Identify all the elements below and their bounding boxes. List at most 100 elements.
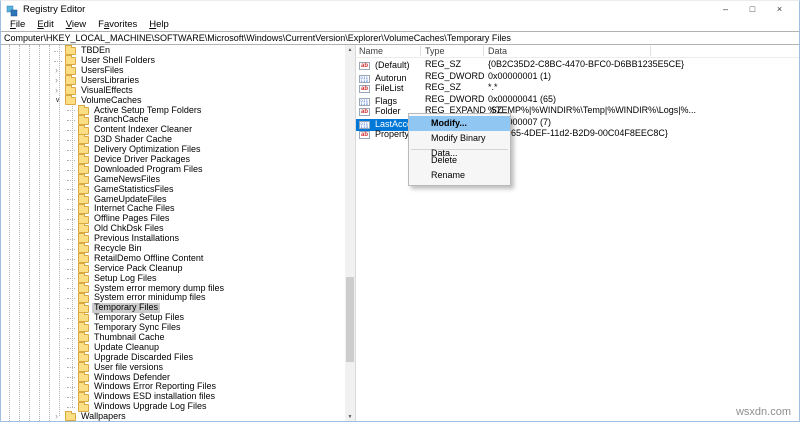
tree-connector [65, 165, 78, 175]
tree-connector [65, 184, 78, 194]
scroll-down-icon[interactable]: ▼ [345, 412, 355, 421]
tree-item-label: VolumeCaches [81, 94, 142, 105]
tree-item-tbden[interactable]: TBDEn [1, 45, 345, 56]
value-data: {0B2C35D2-C8BC-4470-BFC0-D6BB1235E5CE} [488, 59, 685, 69]
tree-scrollbar[interactable]: ▲ ▼ [345, 45, 355, 421]
tree-connector [65, 214, 78, 224]
value-data: 0x00000001 (1) [488, 70, 552, 81]
scroll-up-icon[interactable]: ▲ [345, 45, 355, 55]
menu-item-file[interactable]: File [4, 18, 31, 31]
tree-item-gamenewsfiles[interactable]: GameNewsFiles [1, 174, 345, 185]
context-menu-item-modify[interactable]: Modify... [409, 116, 510, 131]
folder-icon [78, 154, 89, 165]
watermark: wsxdn.com [735, 406, 791, 418]
tree-item-upgrade-discarded-files[interactable]: Upgrade Discarded Files [1, 351, 345, 363]
tree-item-volumecaches[interactable]: ∨ VolumeCaches [1, 94, 345, 105]
folder-icon [78, 134, 89, 145]
menu-item-view[interactable]: View [60, 18, 92, 31]
tree-item-thumbnail-cache[interactable]: Thumbnail Cache [1, 332, 345, 343]
scrollbar-thumb[interactable] [346, 277, 354, 362]
tree-item-temporary-sync-files[interactable]: Temporary Sync Files [1, 322, 345, 333]
tree-item-wallpapers[interactable]: › Wallpapers [1, 411, 345, 421]
tree-item-active-setup-temp-folders[interactable]: Active Setup Temp Folders [1, 104, 345, 115]
value-type: REG_DWORD [425, 70, 485, 81]
context-menu-item-modify-binary-data[interactable]: Modify Binary Data... [409, 131, 510, 158]
tree-connector [65, 125, 78, 135]
folder-icon [65, 55, 76, 66]
chevron-right-icon[interactable]: › [52, 66, 65, 75]
column-divider[interactable] [420, 46, 421, 56]
context-menu-item-delete[interactable]: Delete [409, 153, 510, 168]
value-data: *.* [488, 82, 498, 92]
tree-item-downloaded-program-files[interactable]: Downloaded Program Files [1, 163, 345, 175]
tree-item-internet-cache-files[interactable]: Internet Cache Files [1, 203, 345, 214]
registry-editor-window: Registry Editor – □ × File Edit View Favorite… [0, 0, 800, 422]
column-header-data[interactable]: Data [488, 45, 507, 57]
tree-item-label: Downloaded Program Files [94, 163, 203, 174]
tree-connector [65, 273, 78, 283]
tree-item-user-file-versions[interactable]: User file versions [1, 361, 345, 373]
column-header-type[interactable]: Type [425, 45, 445, 57]
tree-item-previous-installations[interactable]: Previous Installations [1, 233, 345, 244]
folder-icon [78, 104, 89, 115]
tree-connector [65, 145, 78, 155]
tree-item-gamestatisticsfiles[interactable]: GameStatisticsFiles [1, 183, 345, 194]
tree-connector [65, 353, 78, 363]
tree-item-visualeffects[interactable]: › VisualEffects [1, 85, 345, 96]
tree-connector [65, 244, 78, 254]
tree-item-user-shell-folders[interactable]: User Shell Folders [1, 55, 345, 66]
column-divider[interactable] [483, 46, 484, 56]
main-split: TBDEn User Shell Folders › UsersFiles › Users… [1, 45, 799, 421]
tree-item-userslibraries[interactable]: › UsersLibraries [1, 75, 345, 86]
tree-item-windows-upgrade-log-files[interactable]: Windows Upgrade Log Files [1, 401, 345, 412]
tree-item-label: User file versions [94, 361, 164, 372]
folder-icon [78, 381, 89, 392]
maximize-button[interactable]: □ [739, 1, 766, 18]
menu-item-edit[interactable]: Edit [31, 18, 59, 31]
address-bar[interactable]: Computer\HKEY_LOCAL_MACHINE\SOFTWARE\Mic… [1, 31, 799, 45]
tree-item-content-indexer-cleaner[interactable]: Content Indexer Cleaner [1, 124, 345, 135]
registry-value-row-autorun[interactable]: 011 110 Autorun REG_DWORD 0x00000001 (1) [356, 71, 799, 83]
tree-connector [52, 46, 65, 56]
tree-connector [65, 372, 78, 382]
value-type: REG_DWORD [425, 93, 485, 104]
menu-item-favorites[interactable]: Favorites [92, 18, 143, 31]
context-menu: Modify... Modify Binary Data... Delete Rena… [408, 113, 511, 186]
registry-value-row-filelist[interactable]: ab FileList REG_SZ *.* [356, 82, 799, 94]
chevron-right-icon[interactable]: › [52, 76, 65, 85]
tree-item-label: Update Cleanup [94, 341, 160, 352]
folder-icon [78, 322, 89, 333]
tree-item-label: Upgrade Discarded Files [94, 351, 194, 362]
tree-connector [65, 303, 78, 313]
column-header-name[interactable]: Name [359, 45, 383, 57]
tree-connector [65, 224, 78, 234]
column-divider[interactable] [650, 46, 651, 56]
chevron-right-icon[interactable]: › [52, 86, 65, 95]
minimize-button[interactable]: – [712, 1, 739, 18]
registry-value-row-flags[interactable]: 011 110 Flags REG_DWORD 0x00000041 (65) [356, 94, 799, 106]
menu-item-help[interactable]: Help [143, 18, 175, 31]
tree-item-service-pack-cleanup[interactable]: Service Pack Cleanup [1, 262, 345, 274]
tree-item-label: Setup Log Files [94, 272, 157, 283]
tree-item-label: Service Pack Cleanup [94, 262, 183, 273]
folder-icon [78, 243, 89, 254]
registry-value-row-default[interactable]: ab (Default) REG_SZ {0B2C35D2-C8BC-4470-BFC… [356, 59, 799, 71]
value-type: REG_SZ [425, 59, 462, 69]
folder-icon [78, 312, 89, 323]
context-menu-item-rename[interactable]: Rename [409, 168, 510, 183]
value-data: 0x00000007 (7) [488, 116, 552, 127]
chevron-down-icon[interactable]: ∨ [52, 96, 65, 105]
folder-icon [78, 144, 89, 155]
tree-item-usersfiles[interactable]: › UsersFiles [1, 65, 345, 76]
string-value-icon: ab [359, 108, 370, 116]
tree-item-setup-log-files[interactable]: Setup Log Files [1, 272, 345, 283]
close-button[interactable]: × [766, 1, 793, 18]
chevron-right-icon[interactable]: › [52, 412, 65, 421]
tree-item-label: RetailDemo Offline Content [94, 252, 204, 263]
folder-icon [78, 272, 89, 283]
menu-bar: File Edit View Favorites Help [1, 18, 799, 31]
folder-icon [65, 75, 76, 86]
tree-item-system-error-minidump-files[interactable]: System error minidump files [1, 292, 345, 303]
folder-icon [78, 282, 89, 293]
tree-item-offline-pages-files[interactable]: Offline Pages Files [1, 213, 345, 224]
